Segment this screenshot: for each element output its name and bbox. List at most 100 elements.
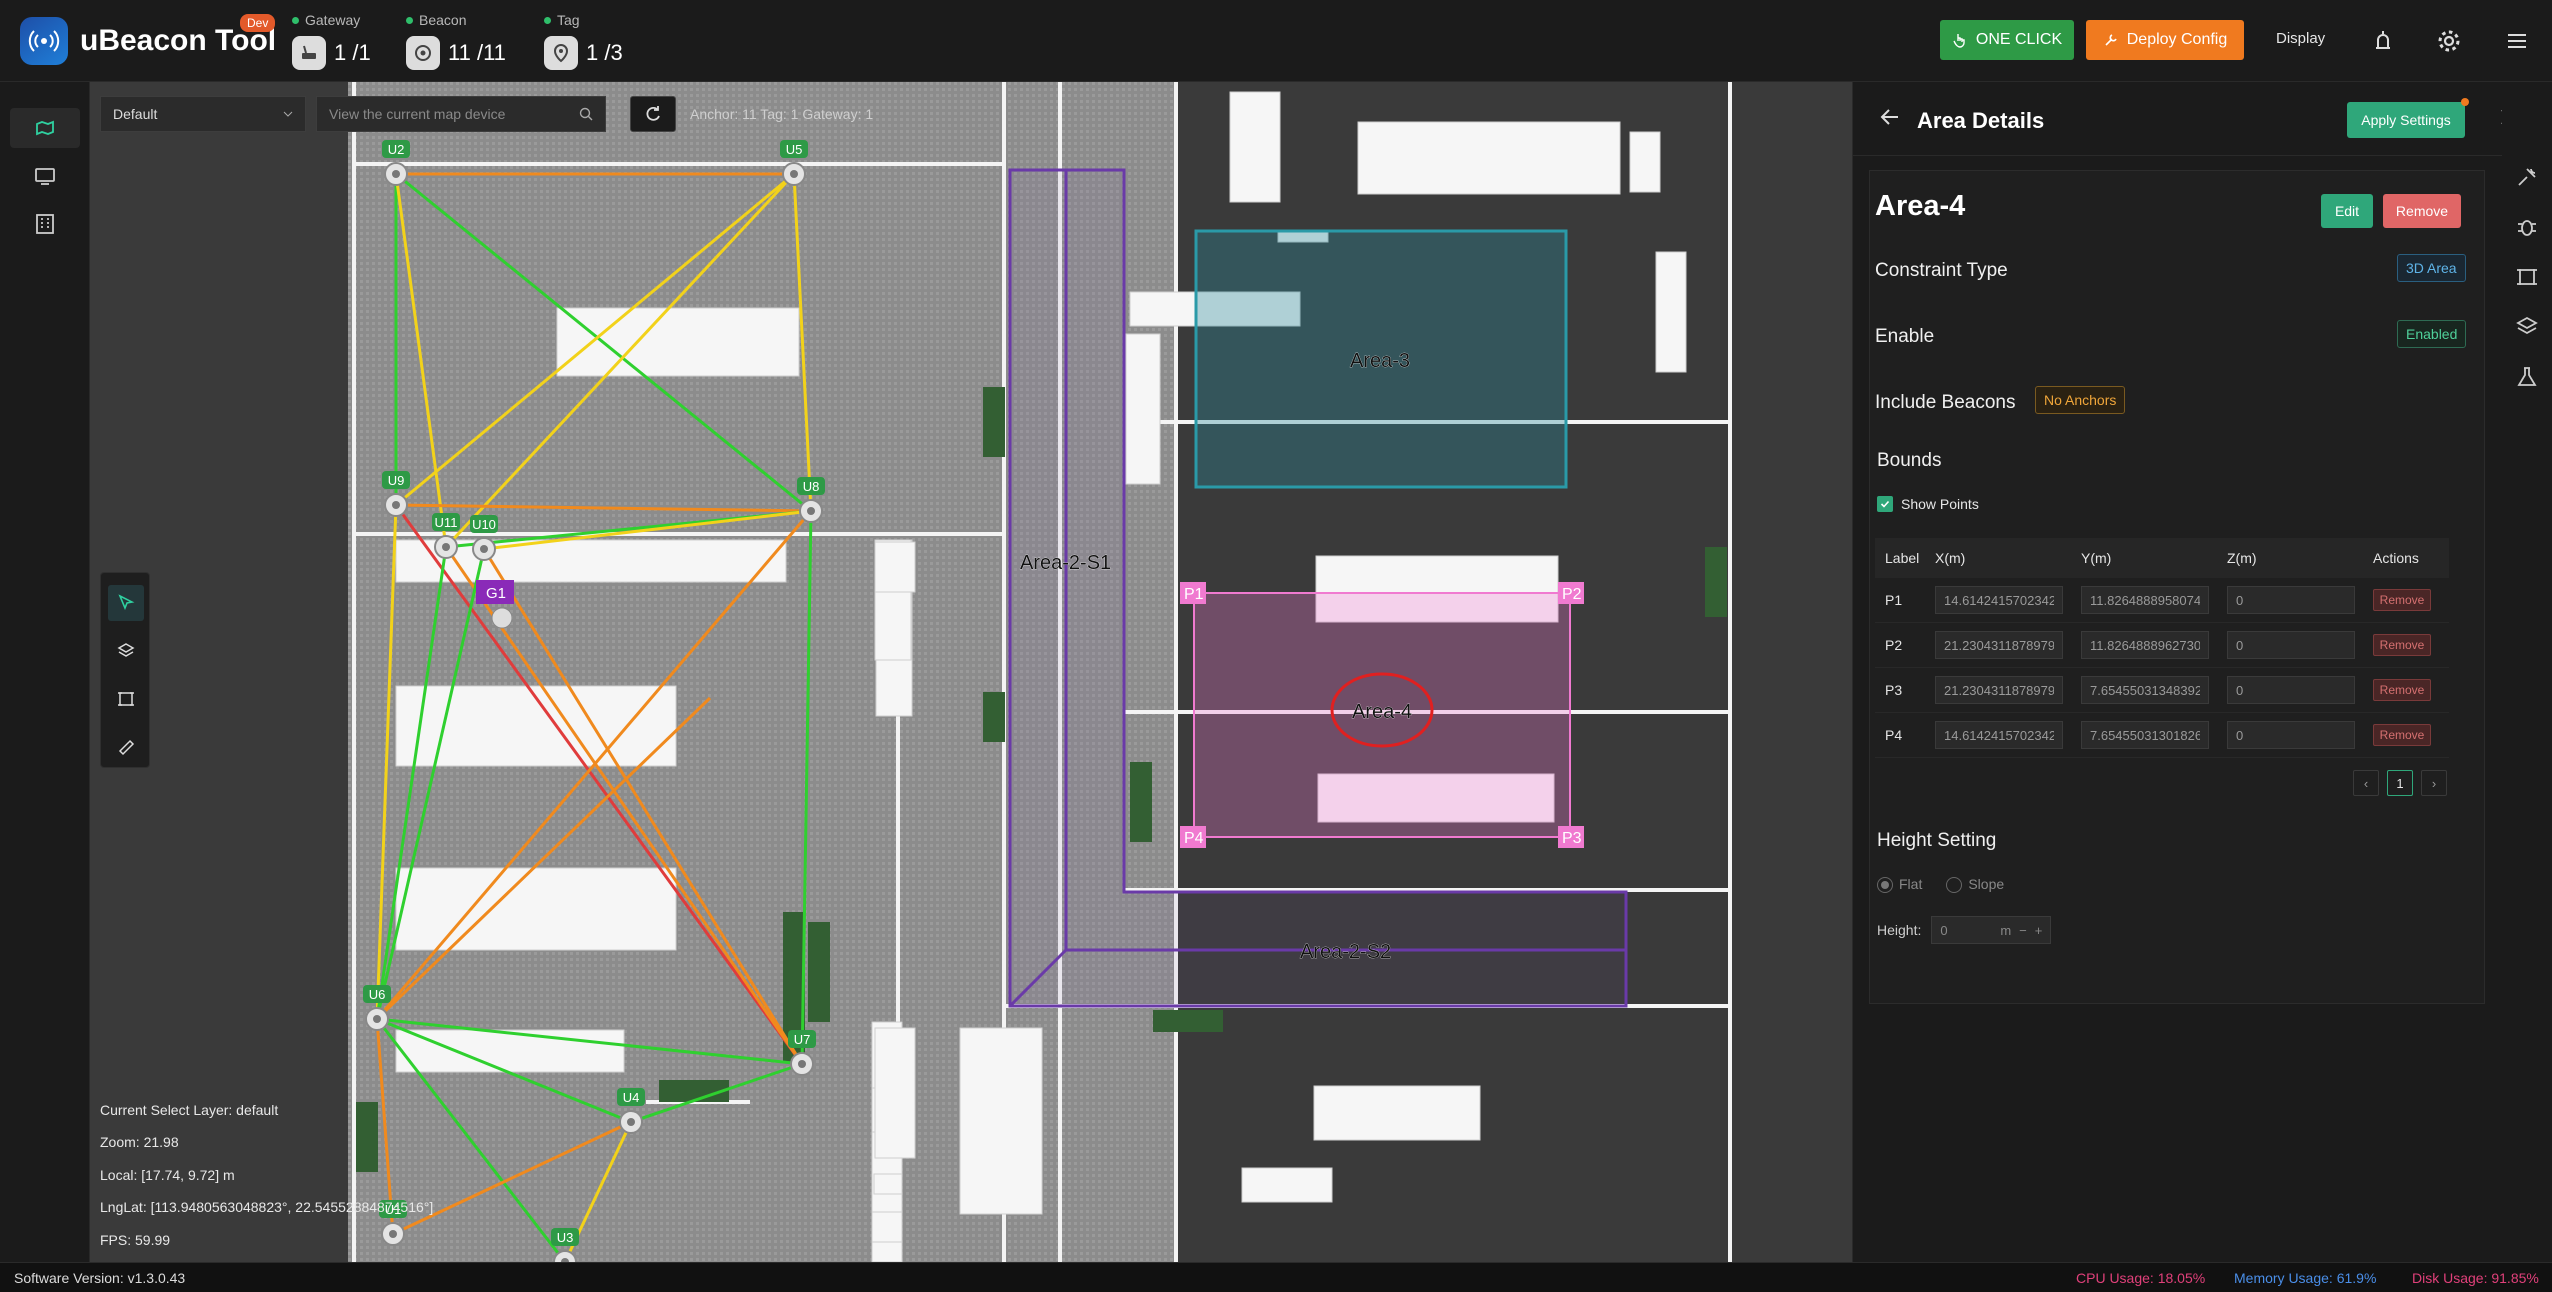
edit-area-button[interactable]: Edit (2321, 194, 2373, 228)
alarm-icon[interactable] (2370, 28, 2396, 54)
layers-icon[interactable] (2514, 314, 2540, 340)
floor-plan[interactable]: Area-3 Area-4 Area-2-S1 Area-2-S2 P1 P2 … (90, 82, 1852, 1262)
local-readout: Local: [17.74, 9.72] m (100, 1166, 235, 1183)
right-tool-strip (2502, 82, 2552, 1262)
measure-tool[interactable] (108, 729, 144, 765)
sidebar-item-devices[interactable] (10, 156, 80, 196)
include-beacons-tag[interactable]: No Anchors (2035, 386, 2126, 414)
tag-stat[interactable]: Tag 1 /3 (544, 12, 623, 70)
device-search-input[interactable] (329, 106, 569, 122)
anchor-label: U2 (388, 142, 405, 157)
height-mode-radios: Flat Slope (1877, 876, 2004, 894)
gateway-stat[interactable]: Gateway 1 /1 (292, 12, 371, 70)
z-input[interactable] (2227, 721, 2355, 749)
remove-point-button[interactable]: Remove (2373, 589, 2431, 611)
z-input[interactable] (2227, 631, 2355, 659)
p4-label: P4 (1184, 830, 1204, 847)
x-input[interactable] (1935, 631, 2063, 659)
tools-icon[interactable] (2514, 164, 2540, 190)
area-2-s2-label: Area-2-S2 (1300, 941, 1391, 963)
apply-settings-button[interactable]: Apply Settings (2347, 102, 2465, 138)
dev-badge: Dev (240, 14, 276, 32)
next-page-button[interactable]: › (2421, 770, 2447, 796)
map-toolbox (100, 572, 150, 768)
x-input[interactable] (1935, 586, 2063, 614)
p2-label: P2 (1562, 586, 1582, 603)
flask-icon[interactable] (2514, 364, 2540, 390)
x-input[interactable] (1935, 676, 2063, 704)
radio-dot (1946, 877, 1963, 894)
z-input[interactable] (2227, 586, 2355, 614)
beacon-stat[interactable]: Beacon 11 /11 (406, 12, 506, 70)
layer-select[interactable]: Default (100, 96, 306, 132)
bug-icon[interactable] (2514, 214, 2540, 240)
bounds-table: Label X(m) Y(m) Z(m) Actions P1 Remove P… (1875, 538, 2449, 758)
status-dot (544, 16, 551, 24)
status-dot (292, 16, 299, 24)
remove-point-button[interactable]: Remove (2373, 724, 2431, 746)
sidebar-item-buildings[interactable] (10, 204, 80, 244)
area-3-label: Area-3 (1350, 350, 1410, 372)
decrement-icon[interactable]: − (2019, 923, 2027, 938)
refresh-button[interactable] (630, 96, 676, 132)
memory-usage: Memory Usage: 61.9% (2234, 1270, 2377, 1286)
y-input[interactable] (2081, 721, 2209, 749)
area-tool[interactable] (108, 681, 144, 717)
remove-point-button[interactable]: Remove (2373, 634, 2431, 656)
lnglat-readout: LngLat: [113.9480563048823°, 22.54552884… (100, 1199, 434, 1216)
chevron-down-icon (283, 111, 293, 117)
y-input[interactable] (2081, 586, 2209, 614)
increment-icon[interactable]: + (2035, 923, 2043, 938)
anchor-label: U9 (388, 473, 405, 488)
x-input[interactable] (1935, 721, 2063, 749)
y-input[interactable] (2081, 676, 2209, 704)
constraint-type-tag[interactable]: 3D Area (2397, 254, 2466, 282)
show-points-checkbox[interactable] (1877, 496, 1893, 512)
check-icon (1880, 500, 1890, 508)
select-tool[interactable] (108, 585, 144, 621)
anchor-label: U6 (369, 987, 386, 1002)
one-click-label: ONE CLICK (1975, 31, 2063, 48)
sidebar-item-map[interactable] (10, 108, 80, 148)
anchor-label: U7 (794, 1032, 811, 1047)
include-beacons-label: Include Beacons (1875, 392, 2016, 413)
layers-tool[interactable] (108, 633, 144, 669)
display-button[interactable]: Display (2276, 30, 2325, 47)
constraint-type-label: Constraint Type (1875, 260, 2008, 281)
show-points-toggle[interactable]: Show Points (1877, 496, 1979, 512)
map-canvas[interactable]: Area-3 Area-4 Area-2-S1 Area-2-S2 P1 P2 … (90, 82, 1852, 1262)
one-click-button[interactable]: ONE CLICK (1940, 20, 2074, 60)
enable-label: Enable (1875, 326, 1935, 347)
remove-point-button[interactable]: Remove (2373, 679, 2431, 701)
map-pin-icon (36, 120, 54, 136)
layers-icon (117, 643, 135, 657)
enable-tag[interactable]: Enabled (2397, 320, 2467, 348)
fps-readout: FPS: 59.99 (100, 1231, 171, 1248)
status-dot (406, 16, 413, 24)
back-arrow-icon[interactable] (1879, 106, 1901, 128)
status-bar: Software Version: v1.3.0.43 CPU Usage: 1… (0, 1262, 2552, 1292)
device-counts: Anchor: 11 Tag: 1 Gateway: 1 (690, 106, 874, 122)
deploy-config-button[interactable]: Deploy Config (2086, 20, 2244, 60)
area-frame-icon[interactable] (2514, 264, 2540, 290)
anchor-u3[interactable]: U3 (551, 1228, 579, 1262)
zoom-readout: Zoom: 21.98 (100, 1134, 179, 1151)
hand-pointer-icon (1953, 34, 1965, 48)
y-input[interactable] (2081, 631, 2209, 659)
panel-title: Area Details (1917, 108, 2045, 133)
point-label: P3 (1885, 682, 1903, 698)
height-stepper[interactable]: 0 m − + (1931, 916, 2052, 944)
anchor-label: U3 (557, 1230, 574, 1245)
slope-radio[interactable]: Slope (1946, 876, 2004, 894)
gear-icon[interactable] (2436, 28, 2462, 54)
menu-icon[interactable] (2504, 28, 2530, 54)
panel-header: Area Details Apply Settings (1853, 82, 2503, 156)
beacon-icon (406, 36, 440, 70)
tool-icon (2105, 34, 2117, 46)
flat-radio[interactable]: Flat (1877, 876, 1922, 894)
prev-page-button[interactable]: ‹ (2353, 770, 2379, 796)
device-search[interactable] (316, 96, 606, 132)
page-button[interactable]: 1 (2387, 770, 2413, 796)
z-input[interactable] (2227, 676, 2355, 704)
remove-area-button[interactable]: Remove (2383, 194, 2461, 228)
